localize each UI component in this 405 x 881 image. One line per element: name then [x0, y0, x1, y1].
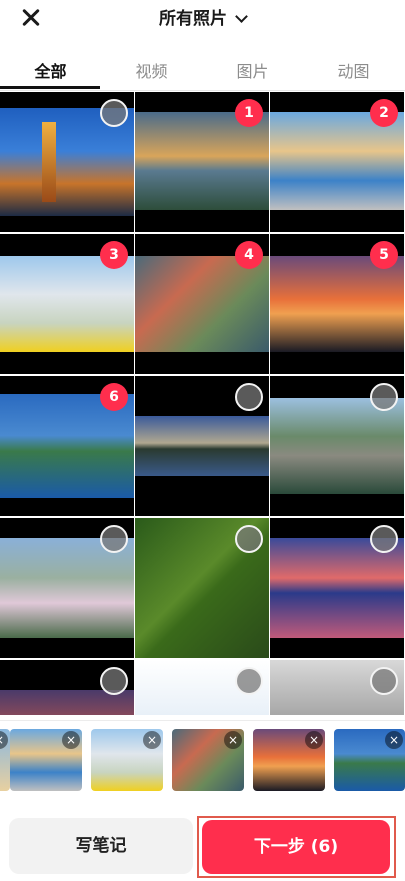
selected-thumbnail[interactable]: × — [253, 729, 325, 791]
album-title: 所有照片 — [159, 9, 227, 29]
album-selector[interactable]: 所有照片 — [0, 4, 405, 29]
select-circle[interactable] — [100, 667, 128, 695]
photo-thumbnail[interactable]: 5 — [270, 234, 404, 374]
selection-order-badge[interactable]: 6 — [100, 383, 128, 411]
selected-thumbnail[interactable]: × — [334, 729, 405, 791]
photo-grid: 1 2 3 4 5 6 — [0, 92, 405, 715]
remove-icon[interactable]: × — [305, 731, 323, 749]
photo-thumbnail[interactable]: 2 — [270, 92, 404, 232]
tab-image[interactable]: 图片 — [202, 58, 303, 82]
selected-thumbnail[interactable]: × — [172, 729, 244, 791]
selected-thumbnail[interactable]: × — [91, 729, 163, 791]
photo-thumbnail[interactable] — [135, 376, 269, 516]
select-circle[interactable] — [100, 99, 128, 127]
remove-icon[interactable]: × — [224, 731, 242, 749]
selection-order-badge[interactable]: 5 — [370, 241, 398, 269]
top-bar: 所有照片 — [0, 0, 405, 44]
photo-thumbnail[interactable] — [270, 660, 404, 715]
select-circle[interactable] — [235, 383, 263, 411]
photo-thumbnail[interactable]: 1 — [135, 92, 269, 232]
write-note-button[interactable]: 写笔记 — [9, 818, 193, 874]
selection-order-badge[interactable]: 3 — [100, 241, 128, 269]
bottom-action-bar: 写笔记 下一步 (6) — [0, 806, 405, 881]
select-circle[interactable] — [100, 525, 128, 553]
selection-order-badge[interactable]: 1 — [235, 99, 263, 127]
chevron-down-icon — [235, 10, 248, 23]
selected-tray: × × × × × × — [0, 720, 405, 798]
select-circle[interactable] — [235, 525, 263, 553]
select-circle[interactable] — [370, 525, 398, 553]
remove-icon[interactable]: × — [62, 731, 80, 749]
photo-thumbnail[interactable] — [135, 660, 269, 715]
select-circle[interactable] — [235, 667, 263, 695]
photo-thumbnail[interactable] — [0, 92, 134, 232]
selection-order-badge[interactable]: 2 — [370, 99, 398, 127]
photo-thumbnail[interactable]: 3 — [0, 234, 134, 374]
photo-thumbnail[interactable] — [270, 518, 404, 658]
remove-icon[interactable]: × — [385, 731, 403, 749]
remove-icon[interactable]: × — [0, 731, 8, 749]
photo-thumbnail[interactable]: 6 — [0, 376, 134, 516]
photo-thumbnail[interactable] — [270, 376, 404, 516]
tab-indicator — [0, 86, 100, 89]
photo-thumbnail[interactable]: 4 — [135, 234, 269, 374]
selected-thumbnail[interactable]: × — [0, 729, 10, 791]
selection-order-badge[interactable]: 4 — [235, 241, 263, 269]
photo-thumbnail[interactable] — [135, 518, 269, 658]
media-tabs: 全部 视频 图片 动图 — [0, 50, 405, 90]
tab-gif[interactable]: 动图 — [303, 58, 404, 82]
remove-icon[interactable]: × — [143, 731, 161, 749]
next-step-button[interactable]: 下一步 (6) — [202, 820, 390, 874]
tab-video[interactable]: 视频 — [101, 58, 202, 82]
divider — [0, 90, 405, 91]
select-circle[interactable] — [370, 667, 398, 695]
selected-thumbnail[interactable]: × — [10, 729, 82, 791]
tab-all[interactable]: 全部 — [0, 58, 101, 82]
photo-thumbnail[interactable] — [0, 660, 134, 715]
select-circle[interactable] — [370, 383, 398, 411]
photo-thumbnail[interactable] — [0, 518, 134, 658]
